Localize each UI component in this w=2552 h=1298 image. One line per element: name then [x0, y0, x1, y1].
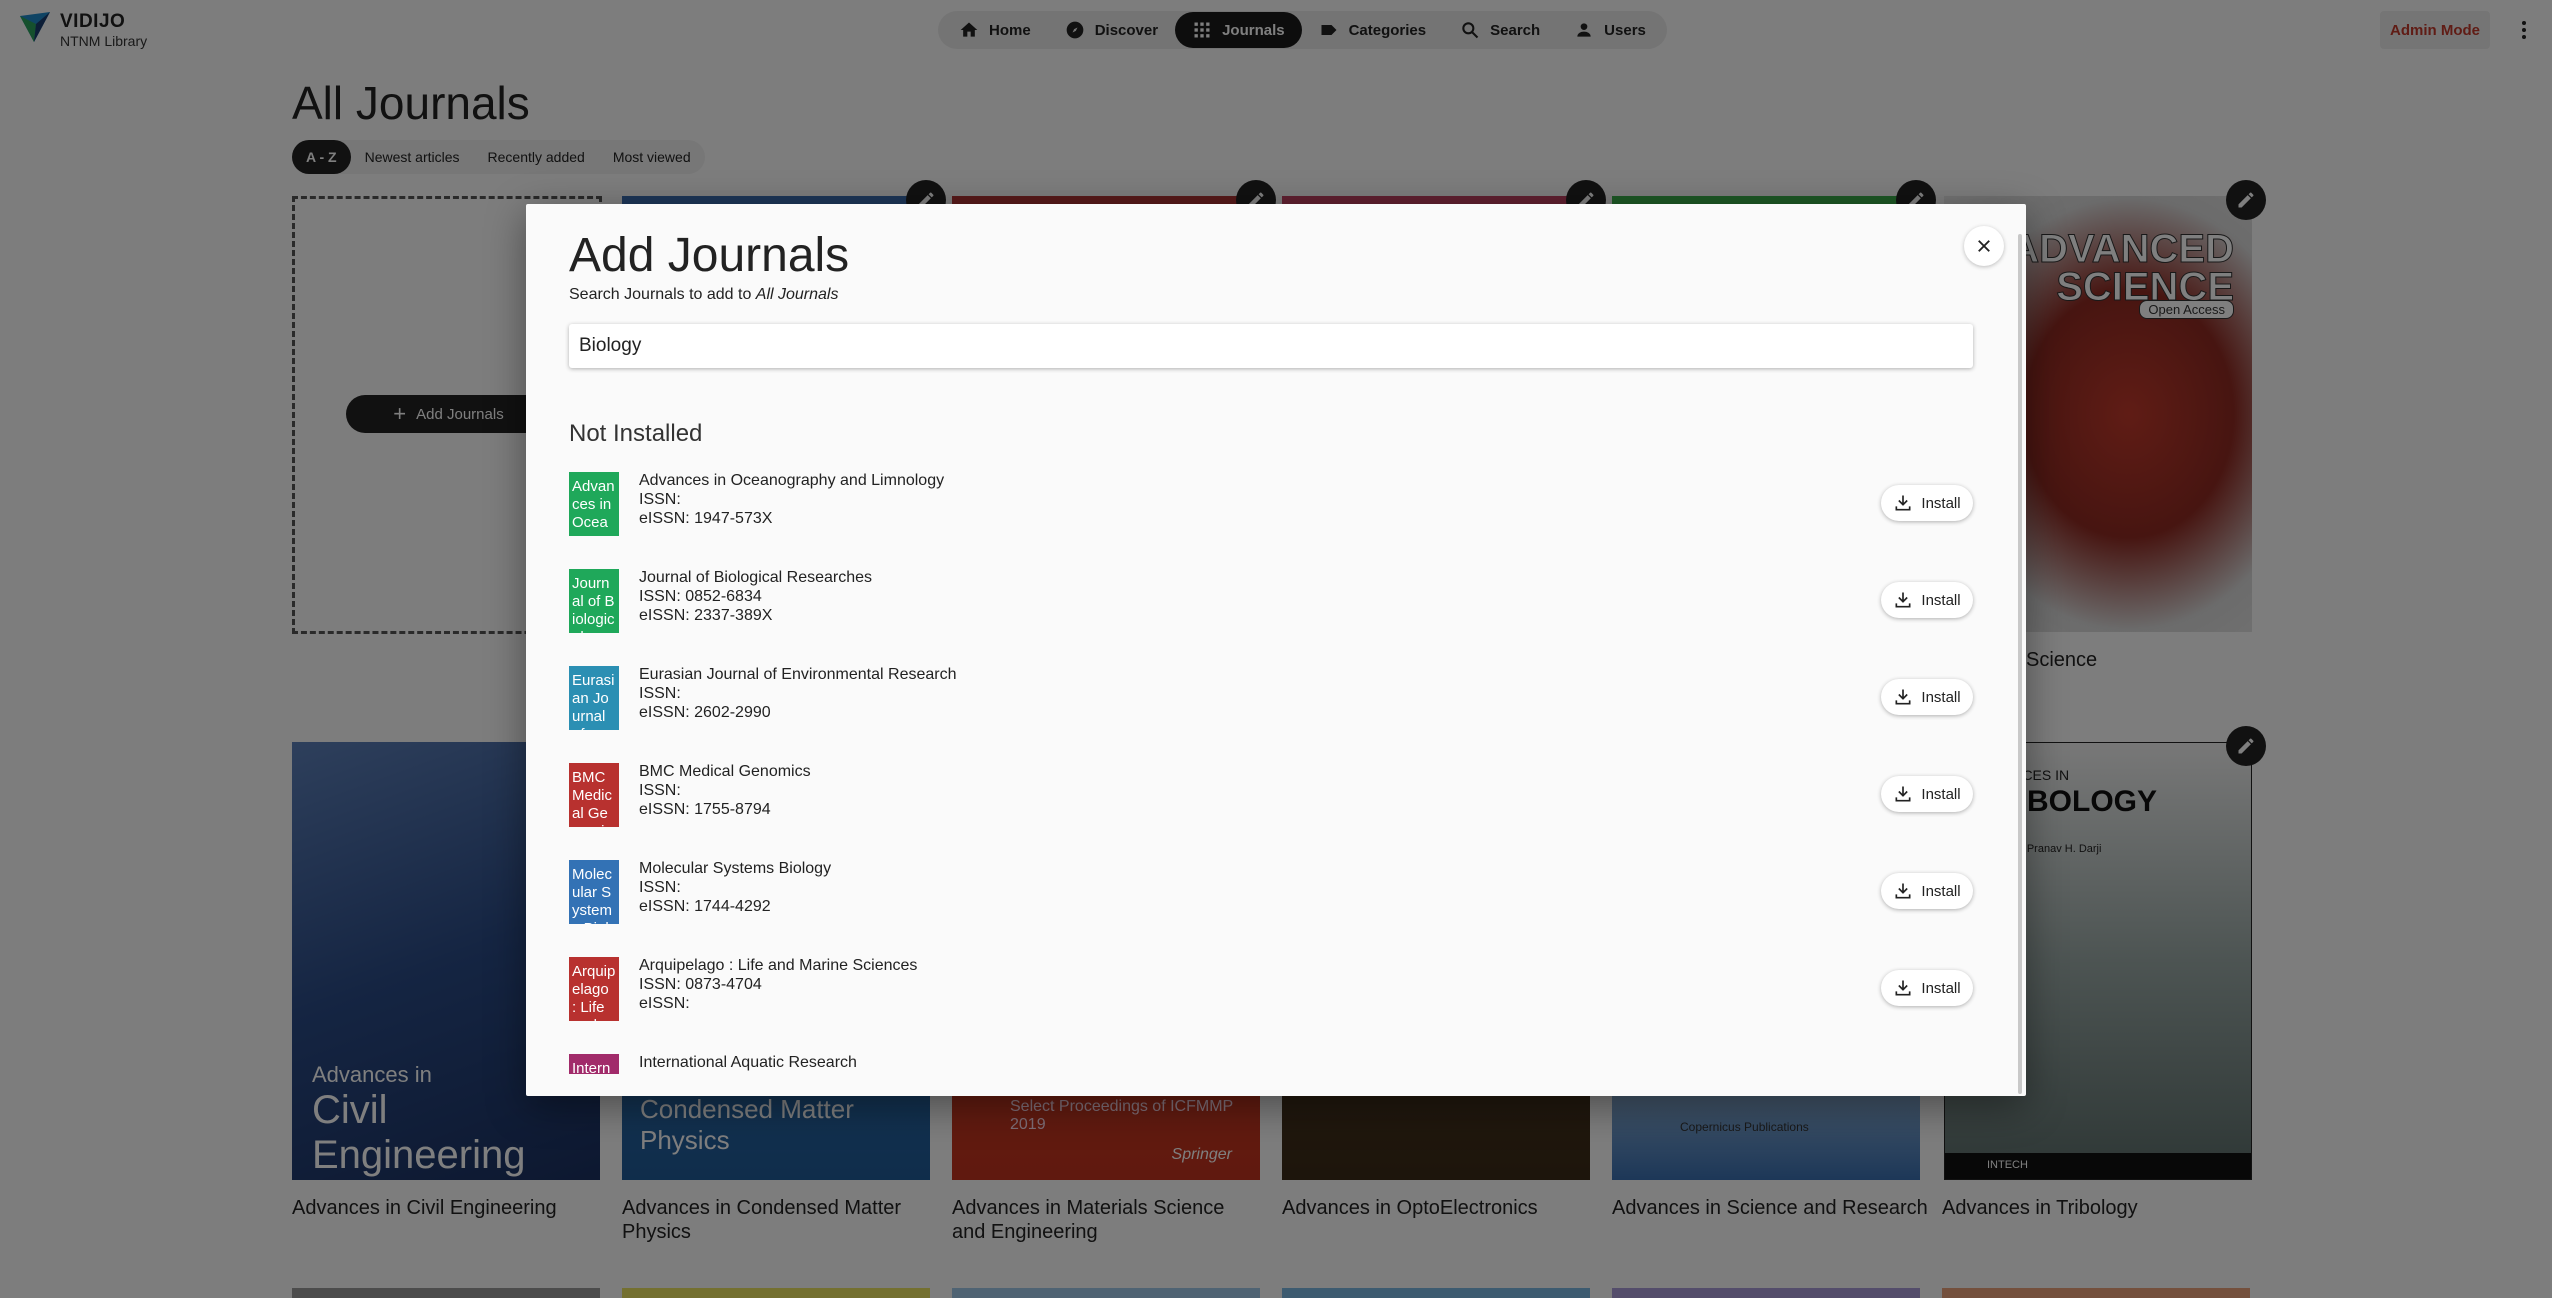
install-label: Install [1921, 494, 1961, 512]
journal-name: Arquipelago : Life and Marine Sciences [639, 957, 918, 974]
install-label: Install [1921, 591, 1961, 609]
journal-issn: ISSN: 0873-4704 [639, 976, 762, 993]
close-dialog-button[interactable] [1964, 226, 2004, 266]
journal-thumbnail: Advances in Oceanography [569, 472, 619, 536]
install-label: Install [1921, 688, 1961, 706]
list-item: BMC Medical Genomics BMC Medical Genomic… [569, 757, 1989, 854]
install-button[interactable]: Install [1881, 679, 1973, 715]
journal-issn: ISSN: [639, 782, 681, 799]
list-item: Eurasian Journal of Eurasian Journal of … [569, 660, 1989, 757]
journal-name: Molecular Systems Biology [639, 860, 832, 877]
install-button[interactable]: Install [1881, 970, 1973, 1006]
journal-thumbnail: Eurasian Journal of [569, 666, 619, 730]
download-icon [1895, 883, 1911, 899]
journal-issn: ISSN: [639, 879, 681, 896]
journal-eissn: eISSN: 1947-573X [639, 510, 773, 527]
section-heading-not-installed: Not Installed [569, 420, 703, 447]
install-label: Install [1921, 882, 1961, 900]
journal-eissn: eISSN: 1755-8794 [639, 801, 771, 818]
journal-name: BMC Medical Genomics [639, 763, 811, 780]
download-icon [1895, 786, 1911, 802]
journal-issn: ISSN: [639, 685, 681, 702]
journal-eissn: eISSN: 2337-389X [639, 607, 773, 624]
journal-issn: ISSN: 0852-6834 [639, 588, 762, 605]
install-button[interactable]: Install [1881, 873, 1973, 909]
list-item: Journal of Biological Journal of Biologi… [569, 563, 1989, 660]
journal-issn: ISSN: [639, 491, 681, 508]
install-label: Install [1921, 785, 1961, 803]
list-item: Molecular Systems Biology Molecular Syst… [569, 854, 1989, 951]
dialog-title: Add Journals [569, 229, 850, 282]
close-icon [1978, 240, 1990, 252]
journal-eissn: eISSN: 1744-4292 [639, 898, 771, 915]
journal-thumbnail: BMC Medical Genomics [569, 763, 619, 827]
download-icon [1895, 980, 1911, 996]
journal-thumbnail: Molecular Systems Biology [569, 860, 619, 924]
install-button[interactable]: Install [1881, 485, 1973, 521]
journal-name: Journal of Biological Researches [639, 569, 873, 586]
journal-eissn: eISSN: [639, 995, 690, 1012]
download-icon [1895, 592, 1911, 608]
journal-search-input[interactable] [569, 324, 1973, 368]
install-label: Install [1921, 979, 1961, 997]
install-button[interactable]: Install [1881, 582, 1973, 618]
list-item: Advances in Oceanography Advances in Oce… [569, 466, 1989, 563]
dialog-scrollbar[interactable] [2018, 234, 2022, 1094]
journal-eissn: eISSN: 2602-2990 [639, 704, 771, 721]
journal-thumbnail: Journal of Biological [569, 569, 619, 633]
list-item: Arquipelago : Life and Arquipelago : Lif… [569, 951, 1989, 1048]
dialog-subtitle: Search Journals to add to All Journals [569, 286, 839, 303]
journal-thumbnail: International [569, 1054, 619, 1074]
download-icon [1895, 689, 1911, 705]
add-journals-dialog: Add Journals Search Journals to add to A… [526, 204, 2026, 1096]
list-item: International International Aquatic Rese… [569, 1048, 1989, 1074]
install-button[interactable]: Install [1881, 776, 1973, 812]
journal-thumbnail: Arquipelago : Life and [569, 957, 619, 1021]
journal-name: Eurasian Journal of Environmental Resear… [639, 666, 957, 683]
download-icon [1895, 495, 1911, 511]
search-results-list: Advances in Oceanography Advances in Oce… [569, 466, 1989, 1074]
journal-name: International Aquatic Research [639, 1054, 857, 1071]
journal-name: Advances in Oceanography and Limnology [639, 472, 945, 489]
